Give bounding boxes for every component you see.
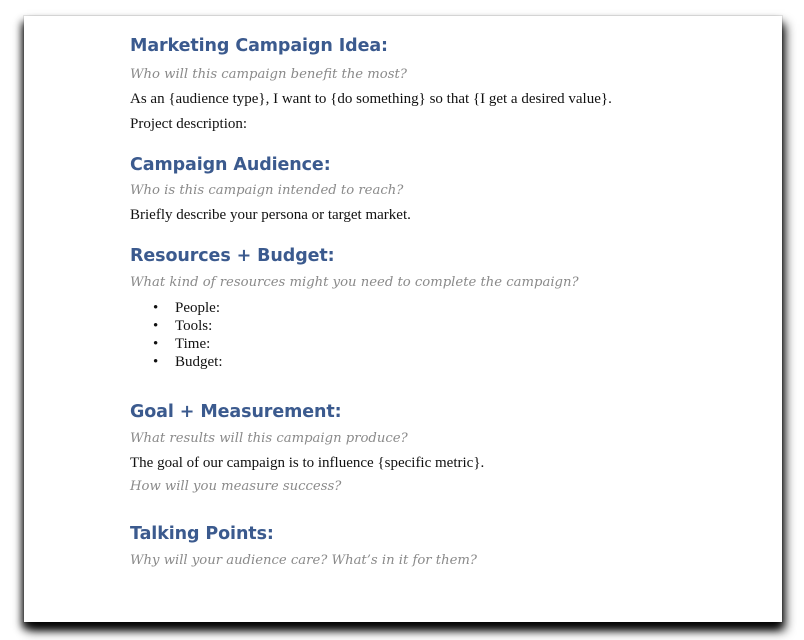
bullet-icon: •: [153, 354, 159, 370]
heading-audience: Campaign Audience:: [130, 155, 331, 175]
document-content: Marketing Campaign Idea: Who will this c…: [130, 34, 750, 571]
user-story-line: As an {audience type}, I want to {do som…: [130, 91, 612, 107]
document-viewer: Marketing Campaign Idea: Who will this c…: [0, 0, 804, 640]
bullet-icon: •: [153, 336, 159, 352]
bullet-icon: •: [153, 318, 159, 334]
audience-description-line: Briefly describe your persona or target …: [130, 207, 411, 223]
section-talking-points: Talking Points: Why will your audience c…: [130, 522, 750, 571]
prompt-talking-points: Why will your audience care? What’s in i…: [130, 553, 477, 568]
list-item: • Budget:: [130, 353, 750, 371]
prompt-goal: What results will this campaign produce?: [130, 431, 408, 446]
heading-talking-points: Talking Points:: [130, 524, 274, 544]
section-audience: Campaign Audience: Who is this campaign …: [130, 153, 750, 226]
project-description-line: Project description:: [130, 116, 248, 132]
bullet-icon: •: [153, 300, 159, 316]
document-page: Marketing Campaign Idea: Who will this c…: [24, 16, 782, 622]
list-item: • Time:: [130, 335, 750, 353]
heading-goal: Goal + Measurement:: [130, 402, 342, 422]
list-item: • People:: [130, 299, 750, 317]
list-item-label: Time:: [175, 336, 211, 352]
heading-resources: Resources + Budget:: [130, 246, 335, 266]
section-campaign-idea: Marketing Campaign Idea: Who will this c…: [130, 34, 750, 135]
heading-campaign-idea: Marketing Campaign Idea:: [130, 36, 388, 56]
prompt-campaign-idea: Who will this campaign benefit the most?: [130, 67, 407, 82]
list-item-label: People:: [175, 300, 220, 316]
resources-list: • People: • Tools: • Time: • Budget:: [130, 299, 750, 371]
goal-line: The goal of our campaign is to influence…: [130, 455, 485, 471]
section-resources: Resources + Budget: What kind of resourc…: [130, 244, 750, 371]
prompt-resources: What kind of resources might you need to…: [130, 275, 579, 290]
section-goal: Goal + Measurement: What results will th…: [130, 400, 750, 497]
list-item-label: Tools:: [175, 318, 213, 334]
list-item-label: Budget:: [175, 354, 223, 370]
list-item: • Tools:: [130, 317, 750, 335]
prompt-audience: Who is this campaign intended to reach?: [130, 183, 404, 198]
prompt-measure: How will you measure success?: [130, 479, 342, 494]
